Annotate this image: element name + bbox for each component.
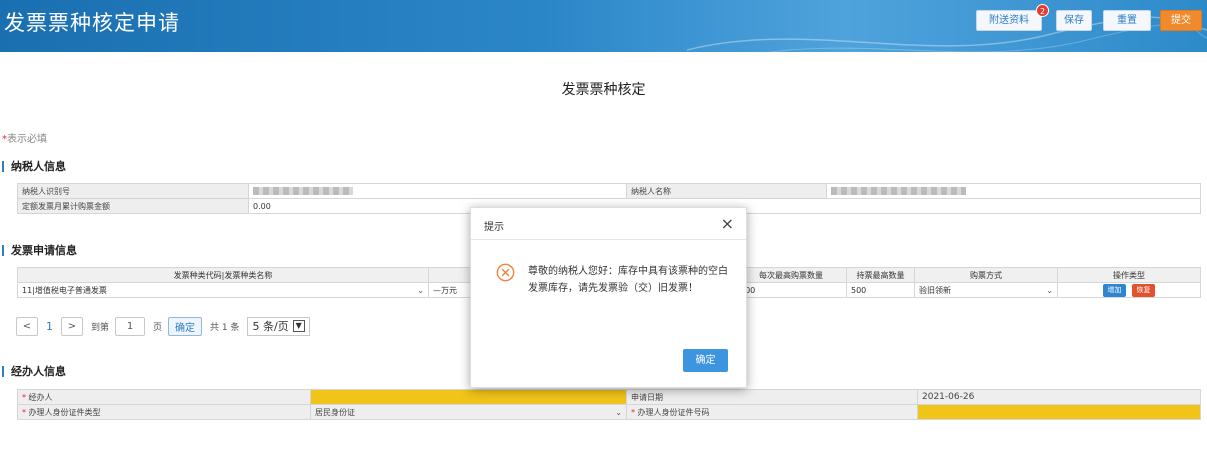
invoice-type-select[interactable]: 11|增值税电子普通发票 ⌄	[17, 282, 429, 298]
chevron-down-icon: ⌄	[417, 285, 424, 295]
agent-table: * 经办人 申请日期 2021-06-26 * 办理人身份证件类型 居民身份证 ⌄…	[17, 389, 1201, 420]
app-header: 发票票种核定申请 附送资料 2 保存 重置 提交	[0, 0, 1207, 52]
id-type-value: 居民身份证	[315, 407, 355, 417]
id-type-label: * 办理人身份证件类型	[17, 404, 311, 420]
redacted-value	[831, 187, 966, 195]
pagination: < 1 > 到第 1 页 确定 共 1 条 5 条/页 ▼	[16, 315, 310, 337]
operation-cell: 增加 恢复	[1057, 282, 1201, 298]
monthly-amount-label: 定额发票月累计购票金额	[17, 198, 249, 214]
agent-label: * 经办人	[17, 389, 311, 405]
total-count: 共 1 条	[210, 322, 240, 333]
dialog-message: 尊敬的纳税人您好：库存中具有该票种的空白发票库存，请先发票验（交）旧发票！	[528, 266, 728, 294]
attachment-count-badge: 2	[1036, 4, 1049, 17]
required-note: *表示必填	[2, 130, 47, 145]
chevron-down-icon: ⌄	[615, 407, 622, 417]
close-icon[interactable]: ×	[721, 214, 734, 233]
attachment-button[interactable]: 附送资料	[976, 10, 1042, 31]
redacted-value	[253, 187, 353, 195]
column-header: 购票方式	[914, 267, 1058, 283]
taxpayer-name-value	[826, 183, 1201, 199]
id-type-label-text: 办理人身份证件类型	[28, 407, 101, 417]
next-page-button[interactable]: >	[61, 316, 83, 336]
error-circle-icon	[496, 263, 515, 282]
invoice-section-title: 发票申请信息	[2, 245, 77, 256]
save-button[interactable]: 保存	[1056, 10, 1092, 31]
column-header: 持票最高数量	[846, 267, 915, 283]
column-header: 发票种类代码|发票种类名称	[17, 267, 429, 283]
table-row: 纳税人识别号 纳税人名称	[17, 183, 1201, 199]
id-number-label-text: 办理人身份证件号码	[637, 407, 710, 417]
chevron-down-icon: ⌄	[1046, 285, 1053, 295]
invoice-type-value: 11|增值税电子普通发票	[22, 285, 107, 295]
id-number-input[interactable]	[917, 404, 1201, 420]
taxpayer-id-label: 纳税人识别号	[17, 183, 249, 199]
chevron-down-icon: ▼	[292, 320, 305, 332]
dialog-ok-button[interactable]: 确定	[683, 349, 728, 372]
reset-button[interactable]: 重置	[1103, 10, 1151, 31]
agent-section-title: 经办人信息	[2, 366, 66, 377]
prev-page-button[interactable]: <	[16, 316, 38, 336]
table-row: * 经办人 申请日期 2021-06-26	[17, 389, 1201, 405]
required-note-text: 表示必填	[7, 134, 47, 145]
dialog-title: 提示	[484, 222, 504, 233]
taxpayer-section-title: 纳税人信息	[2, 161, 66, 172]
max-holding-value[interactable]: 500	[846, 282, 915, 298]
agent-name-input[interactable]	[310, 389, 627, 405]
taxpayer-name-label: 纳税人名称	[626, 183, 827, 199]
page-header-title: 发票票种核定申请	[4, 11, 180, 35]
current-page[interactable]: 1	[46, 320, 53, 333]
table-row: * 办理人身份证件类型 居民身份证 ⌄ * 办理人身份证件号码	[17, 404, 1201, 420]
page-unit-label: 页	[153, 322, 163, 333]
id-type-select[interactable]: 居民身份证 ⌄	[310, 404, 627, 420]
column-header: 操作类型	[1057, 267, 1201, 283]
page-size-value: 5 条/页	[252, 320, 289, 333]
page-size-select[interactable]: 5 条/页 ▼	[247, 316, 310, 336]
restore-row-button[interactable]: 恢复	[1132, 283, 1155, 297]
add-row-button[interactable]: 增加	[1103, 283, 1126, 297]
alert-dialog: 提示 × 尊敬的纳税人您好：库存中具有该票种的空白发票库存，请先发票验（交）旧发…	[470, 207, 747, 388]
form-title: 发票票种核定	[561, 82, 646, 98]
id-number-label: * 办理人身份证件号码	[626, 404, 918, 420]
goto-label: 到第	[91, 322, 110, 333]
goto-page-input[interactable]: 1	[115, 316, 146, 336]
dialog-header: 提示 ×	[471, 208, 746, 240]
purchase-method-value: 验旧领新	[919, 285, 951, 295]
column-header: 每次最高购票数量	[735, 267, 847, 283]
apply-date-label: 申请日期	[626, 389, 918, 405]
submit-button[interactable]: 提交	[1160, 10, 1202, 31]
taxpayer-id-value	[248, 183, 627, 199]
apply-date-value: 2021-06-26	[917, 389, 1201, 405]
max-per-purchase-value[interactable]: 500	[735, 282, 847, 298]
purchase-method-select[interactable]: 验旧领新 ⌄	[914, 282, 1058, 298]
agent-label-text: 经办人	[28, 392, 53, 402]
goto-confirm-button[interactable]: 确定	[168, 316, 203, 336]
